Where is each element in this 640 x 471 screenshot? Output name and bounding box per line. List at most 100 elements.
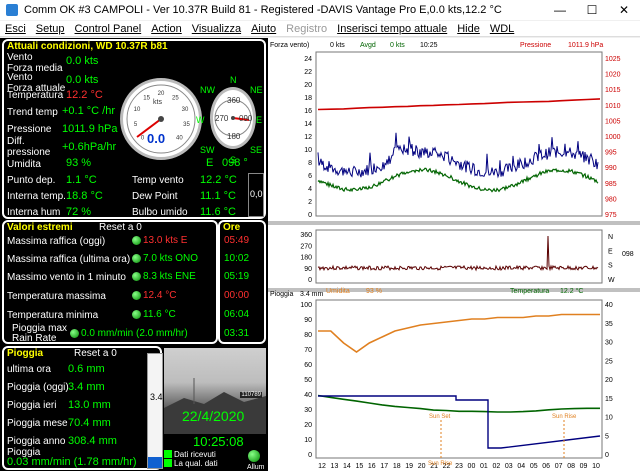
sunset-label: Sun Set <box>429 414 451 420</box>
gauge-tick-label: 10 <box>134 107 141 113</box>
direction-right-tick: W <box>608 277 615 284</box>
ext-label-1: Massima raffica (ultima ora) <box>7 254 131 265</box>
menu-setup[interactable]: Setup <box>31 23 70 35</box>
time-axis-tick: 05 <box>530 463 538 470</box>
rain-value-4: 308.4 mm <box>68 435 117 447</box>
temp-left-tick: 90 <box>304 317 312 324</box>
menu-aiuto[interactable]: Aiuto <box>246 23 281 35</box>
hum-header-value: 93 % <box>366 288 382 295</box>
temp-header-value: 12.2 °C <box>560 287 583 295</box>
cond-value-temp: 12.2 °C <box>66 89 103 101</box>
cond-value-pressure: 1011.9 hPa <box>62 123 118 135</box>
temp-right-tick: 10 <box>605 415 613 422</box>
rain-label-2: Pioggia ieri <box>7 400 57 411</box>
cond-label-dew: Dew Point <box>132 191 178 202</box>
webcam-counter: 110789 <box>240 392 262 398</box>
wind-left-tick: 20 <box>304 82 312 89</box>
hum-header-label: Umidita <box>326 288 350 295</box>
pressure-right-tick: 1010 <box>605 103 621 110</box>
cond-value-dewpoint-diff: 1.1 °C <box>66 174 97 186</box>
qual-label: La qual. dati <box>174 459 218 468</box>
dir-label-270: 270 <box>215 114 229 123</box>
dati-indicator <box>164 450 172 458</box>
pressure-right-tick: 980 <box>605 196 617 203</box>
rain-value-0: 0.6 mm <box>68 363 105 375</box>
direction-right-tick: S <box>608 263 613 270</box>
ext-value-3: 12.4 °C <box>143 290 177 301</box>
extremes-reset-button[interactable]: Reset a 0 <box>99 222 142 233</box>
direction-degrees: 098 ° <box>222 157 248 169</box>
time-value-0: 05:49 <box>224 235 250 246</box>
compass-w: W <box>196 115 205 125</box>
menu-inserisci-tempo[interactable]: Inserisci tempo attuale <box>332 23 452 35</box>
rain-bar-fill <box>148 456 162 468</box>
time-axis-tick: 07 <box>555 463 563 470</box>
cond-value-diff: +0.6hPa/hr <box>62 141 117 153</box>
maximize-button[interactable]: ☐ <box>576 0 608 20</box>
menu-esci[interactable]: Esci <box>0 23 31 35</box>
wind-header-label: Forza vento) <box>270 42 309 49</box>
gauge-tick-label: 15 <box>143 95 150 101</box>
wind-header-value: 0 kts <box>330 42 345 49</box>
time-axis-tick: 13 <box>331 463 339 470</box>
alarm-icon[interactable] <box>248 450 260 462</box>
time-axis-tick: 20 <box>418 463 426 470</box>
wind-speed-gauge-unit: kts <box>153 99 162 106</box>
ext-value-5: 0.0 mm/min (2.0 mm/hr) <box>81 328 188 339</box>
rain-label-1: Pioggia (oggi) <box>7 382 69 393</box>
time-axis-tick: 08 <box>567 463 575 470</box>
menu-action[interactable]: Action <box>146 23 187 35</box>
rain-value-3: 70.4 mm <box>68 417 111 429</box>
time-axis-tick: 01 <box>480 463 488 470</box>
minimize-button[interactable]: — <box>544 0 576 20</box>
extremes-panel: Valori estremi Reset a 0 Massima raffica… <box>2 220 218 344</box>
graphs-area: Forza vento) 0 kts Avgd 0 kts 10:25 Pressione… <box>268 38 640 471</box>
times-title: Ore <box>223 222 241 233</box>
menu-visualizza[interactable]: Visualizza <box>187 23 246 35</box>
ext-indicator-3 <box>132 291 141 300</box>
pressure-right-tick: 1000 <box>605 134 621 141</box>
time-value-2: 05:19 <box>224 271 250 282</box>
menu-wdl[interactable]: WDL <box>485 23 519 35</box>
pressure-right-tick: 1015 <box>605 87 621 94</box>
time-axis-tick: 18 <box>393 463 401 470</box>
wind-left-tick: 16 <box>304 108 312 115</box>
direction-left-tick: 180 <box>300 255 312 262</box>
menu-registro: Registro <box>286 22 328 35</box>
time-value-5: 03:31 <box>224 328 250 339</box>
cond-value-wet-bulb: 11.6 °C <box>200 206 236 218</box>
wind-left-tick: 0 <box>308 212 312 219</box>
cond-value-trend: +0.1 °C /hr <box>62 105 116 117</box>
graphs-svg: Forza vento) 0 kts Avgd 0 kts 10:25 Pressione… <box>270 42 634 470</box>
rain-value-1: 3.4 mm <box>68 381 105 393</box>
qual-indicator <box>164 459 172 467</box>
rain-rate-value: 0.03 mm/min (1.78 mm/hr) <box>7 456 137 468</box>
menu-hide[interactable]: Hide <box>452 23 485 35</box>
time-axis-tick: 14 <box>343 463 351 470</box>
rain-reset-button[interactable]: Reset a 0 <box>74 348 117 359</box>
temp-right-tick: 0 <box>605 452 609 459</box>
ext-indicator-2 <box>132 272 141 281</box>
wind-chart-frame <box>315 51 603 217</box>
rain-label-4: Pioggia anno <box>7 436 66 447</box>
close-button[interactable]: ✕ <box>608 0 640 20</box>
side-value: 0,0 <box>250 189 263 199</box>
temp-left-tick: 70 <box>304 347 312 354</box>
menu-control-panel[interactable]: Control Panel <box>70 23 147 35</box>
temp-left-tick: 40 <box>304 392 312 399</box>
temp-right-tick: 15 <box>605 396 613 403</box>
compass-se: SE <box>250 145 263 155</box>
extremes-title: Valori estremi <box>7 222 73 233</box>
direction-left-tick: 270 <box>300 243 312 250</box>
ext-value-4: 11.6 °C <box>143 309 176 320</box>
cond-label-temp: Temperatura <box>7 90 64 101</box>
pressure-right-tick: 990 <box>605 165 617 172</box>
temp-chart-frame <box>315 299 603 459</box>
ext-label-3: Temperatura massima <box>7 291 106 302</box>
temp-left-tick: 0 <box>308 452 312 459</box>
temp-right-tick: 25 <box>605 358 613 365</box>
compass-sw: SW <box>200 145 215 155</box>
cond-label-in-hum: Interna hum <box>7 207 61 218</box>
gauge-tick-label: 35 <box>183 122 190 128</box>
rain-panel: Pioggia Reset a 0 ultima ora 0.6 mm Piog… <box>2 346 162 470</box>
